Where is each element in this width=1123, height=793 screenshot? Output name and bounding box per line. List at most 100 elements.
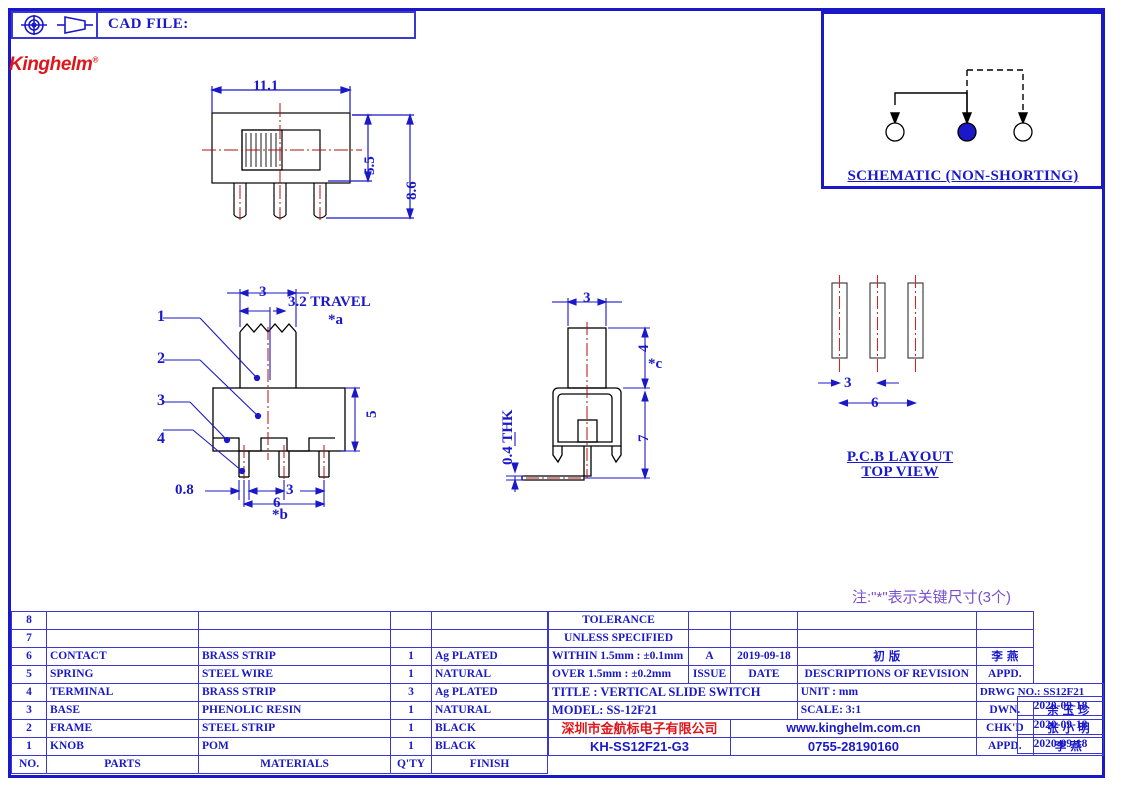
revision-description-value: 初 版 <box>796 647 977 666</box>
col-no: NO. <box>11 755 47 774</box>
company-name-cn: 深圳市金航标电子有限公司 <box>547 719 732 738</box>
col-parts: PARTS <box>46 755 199 774</box>
tolerance-title-line1: TOLERANCE <box>547 611 690 630</box>
approval-dates-table: 2020-09-18 2020-09-18 2020-09-18 <box>1017 696 1104 754</box>
schematic-caption: SCHEMATIC (NON-SHORTING) <box>847 168 1079 184</box>
top-view-drawing <box>202 86 414 220</box>
side-view-thickness-dim: 0.4 THK <box>500 409 516 465</box>
cell-parts: FRAME <box>46 719 199 738</box>
table-row: 7 <box>11 629 548 648</box>
cell-no: 5 <box>11 665 47 684</box>
tb-blank-3 <box>796 611 977 630</box>
col-materials: MATERIALS <box>198 755 391 774</box>
cell-qty: 1 <box>390 737 432 756</box>
front-view-key-b: *b <box>272 507 288 523</box>
table-row: 8 <box>11 611 548 630</box>
revision-appd-label: APPD. <box>975 665 1034 684</box>
tb-blank-8 <box>975 629 1034 648</box>
schematic-box <box>821 11 1104 189</box>
tolerance-over: OVER 1.5mm : ±0.2mm <box>547 665 690 684</box>
cell-parts: KNOB <box>46 737 199 756</box>
cell-no: 8 <box>11 611 47 630</box>
table-row: 2 FRAME STEEL STRIP 1 BLACK <box>11 719 548 738</box>
drawing-title: TITLE : VERTICAL SLIDE SWITCH <box>548 683 798 702</box>
front-view-pitch-dim: 3 <box>286 482 294 498</box>
tb-spacer-4 <box>1033 666 1103 684</box>
cell-materials: POM <box>198 737 391 756</box>
cell-qty: 1 <box>390 647 432 666</box>
cell-finish <box>431 611 548 630</box>
cell-materials <box>198 629 391 648</box>
cell-qty: 1 <box>390 665 432 684</box>
pcb-pitch-dim: 3 <box>844 375 852 391</box>
projection-symbol-box <box>11 11 98 39</box>
cell-qty: 1 <box>390 719 432 738</box>
col-finish: FINISH <box>431 755 548 774</box>
revision-description-label: DESCRIPTIONS OF REVISION <box>796 665 977 684</box>
front-view-travel-dim: 3.2 TRAVEL <box>288 294 371 310</box>
side-view-key-c: *c <box>648 356 663 372</box>
tb-spacer-3 <box>1033 648 1103 666</box>
cell-no: 7 <box>11 629 47 648</box>
logo-text: Kinghelm <box>9 54 93 75</box>
tb-blank-1 <box>688 611 732 630</box>
parts-table: 8 7 6 CONTACT BRASS STRIP 1 Ag PLATED 5 … <box>11 611 548 774</box>
logo-registered-mark: ® <box>92 55 98 65</box>
top-view-width-dim: 11.1 <box>253 78 279 94</box>
cell-no: 4 <box>11 683 47 702</box>
cell-no: 2 <box>11 719 47 738</box>
cad-file-label: CAD FILE: <box>108 16 189 32</box>
date-value: 2019-09-18 <box>730 647 798 666</box>
appd-date: 2020-09-18 <box>1017 734 1104 754</box>
tb-row-dwn-date: 2020-09-18 <box>1017 696 1104 716</box>
front-view-key-a: *a <box>328 312 343 328</box>
table-row: 6 CONTACT BRASS STRIP 1 Ag PLATED <box>11 647 548 666</box>
cell-materials: PHENOLIC RESIN <box>198 701 391 720</box>
scale-label: SCALE: 3:1 <box>796 701 977 720</box>
cell-qty: 3 <box>390 683 432 702</box>
tb-row-appd-date: 2020-09-18 <box>1017 734 1104 754</box>
revision-appd-value: 李 燕 <box>975 647 1034 666</box>
side-view-knob-width-dim: 3 <box>583 290 591 306</box>
table-row: 5 SPRING STEEL WIRE 1 NATURAL <box>11 665 548 684</box>
cell-finish: NATURAL <box>431 701 548 720</box>
cell-parts: CONTACT <box>46 647 199 666</box>
front-view-terminal-width-dim: 0.8 <box>175 482 194 498</box>
tolerance-title-line2: UNLESS SPECIFIED <box>547 629 690 648</box>
phone-number: 0755-28190160 <box>730 737 977 756</box>
tb-blank-7 <box>796 629 977 648</box>
cell-parts: TERMINAL <box>46 683 199 702</box>
tb-row-chkd-date: 2020-09-18 <box>1017 715 1104 735</box>
side-view-drawing <box>506 298 650 492</box>
pcb-span-dim: 6 <box>871 395 879 411</box>
table-row: 4 TERMINAL BRASS STRIP 3 Ag PLATED <box>11 683 548 702</box>
cell-materials: STEEL STRIP <box>198 719 391 738</box>
cell-finish: NATURAL <box>431 665 548 684</box>
cell-qty <box>390 629 432 648</box>
kinghelm-logo: Kinghelm® <box>9 54 98 76</box>
cell-materials: STEEL WIRE <box>198 665 391 684</box>
issue-label: ISSUE <box>688 665 732 684</box>
cell-parts: BASE <box>46 701 199 720</box>
col-qty: Q'TY <box>390 755 432 774</box>
cell-finish: Ag PLATED <box>431 683 548 702</box>
table-header-row: NO. PARTS MATERIALS Q'TY FINISH <box>11 755 548 774</box>
cell-qty <box>390 611 432 630</box>
front-view-knob-width-dim: 3 <box>259 284 267 300</box>
part-callout-2: 2 <box>157 350 165 367</box>
tolerance-within: WITHIN 1.5mm : ±0.1mm <box>547 647 690 666</box>
tb-blank-5 <box>688 629 732 648</box>
tb-spacer-2 <box>1033 630 1103 648</box>
cell-materials <box>198 611 391 630</box>
model-label: MODEL: SS-12F21 <box>548 701 798 720</box>
cell-finish <box>431 629 548 648</box>
tb-blank-2 <box>730 611 798 630</box>
cell-finish: BLACK <box>431 719 548 738</box>
unit-label: UNIT : mm <box>796 683 977 702</box>
cell-materials: BRASS STRIP <box>198 647 391 666</box>
side-view-body-height-dim: 7 <box>636 434 652 443</box>
website[interactable]: www.kinghelm.com.cn <box>730 719 977 738</box>
tb-blank-6 <box>730 629 798 648</box>
chkd-date: 2020-09-18 <box>1017 715 1104 735</box>
cell-finish: Ag PLATED <box>431 647 548 666</box>
